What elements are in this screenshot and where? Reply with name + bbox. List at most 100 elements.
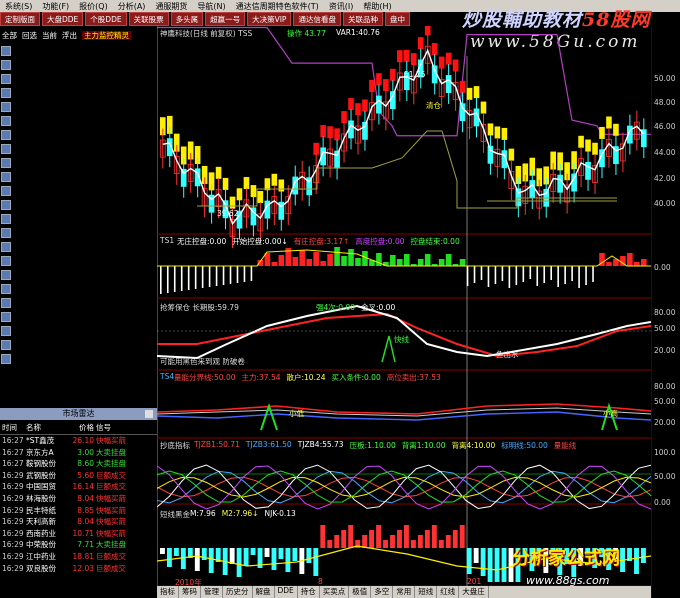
tool-icon[interactable] <box>1 102 11 112</box>
tool-icon[interactable] <box>1 144 11 154</box>
indicator-tab[interactable]: 多空 <box>371 586 394 598</box>
tool-icon[interactable] <box>1 74 11 84</box>
radar-row[interactable]: 16:27 鞍钢股份 8.60 大卖挂盘 <box>0 458 157 470</box>
tool-icon[interactable] <box>1 270 11 280</box>
radar-row[interactable]: 16:29 民丰特纸 8.85 快幅买箭 <box>0 505 157 517</box>
tool-icon[interactable] <box>1 172 11 182</box>
left-link[interactable]: 回选 <box>22 31 37 40</box>
layout-tab[interactable]: 超赢一号 <box>205 12 246 26</box>
radar-price: 18.81 <box>72 551 94 561</box>
menu-item[interactable]: 帮助(H) <box>358 1 396 12</box>
signal-block <box>508 148 515 161</box>
menu-item[interactable]: 报价(Q) <box>74 1 113 12</box>
signal-block <box>592 142 598 155</box>
radar-col-header: 时间 <box>2 423 17 432</box>
indicator-tab[interactable]: 持仓 <box>298 586 320 598</box>
tool-icon[interactable] <box>1 200 11 210</box>
tool-icon[interactable] <box>1 158 11 168</box>
tool-icon[interactable] <box>1 60 11 70</box>
radar-row[interactable]: 16:29 中荣股份 7.71 大卖挂盘 <box>0 539 157 551</box>
radar-row[interactable]: 16:29 天利高新 8.04 快幅买箭 <box>0 516 157 528</box>
tool-icon[interactable] <box>1 46 11 56</box>
radar-stock-name: 中国国贸 <box>26 482 56 492</box>
layout-tab[interactable]: 定制版面 <box>0 12 40 26</box>
tool-icon[interactable] <box>1 326 11 336</box>
radar-row[interactable]: 16:29 江中药业 18.81 巨额成交 <box>0 551 157 563</box>
control-bar <box>160 266 162 294</box>
tool-icon[interactable] <box>1 256 11 266</box>
indicator-tab[interactable]: DDE <box>275 586 298 598</box>
control-bar <box>627 253 633 266</box>
indicator-tab[interactable]: 筹码 <box>179 586 201 598</box>
indicator-tab[interactable]: 历史分 <box>223 586 253 598</box>
signal-block <box>229 196 236 209</box>
tool-icon[interactable] <box>1 242 11 252</box>
layout-tab[interactable]: 多头属 <box>170 12 204 26</box>
capital-bar <box>459 525 465 548</box>
layout-tab[interactable]: 关联股票 <box>128 12 169 26</box>
capital-bar <box>480 548 486 576</box>
menu-item[interactable]: 通服期货 <box>150 1 192 12</box>
monitor-highlight[interactable]: 主力监控精灵 <box>82 31 131 40</box>
panel1-legend: 无庄控盘:0.00 开始控盘:0.00↓ 有庄控盘:3.17↑ 高度控盘:0.00 控盘… <box>177 236 466 247</box>
radar-stock-name: 中荣股份 <box>26 540 56 550</box>
tool-icon[interactable] <box>1 228 11 238</box>
radar-row[interactable]: 16:29 双良股份 12.03 巨额成交 <box>0 563 157 575</box>
radar-row[interactable]: 16:29 林海股份 8.04 快幅买箭 <box>0 493 157 505</box>
control-bar <box>173 266 176 292</box>
left-link[interactable]: 当前 <box>42 31 57 40</box>
tool-icon[interactable] <box>1 312 11 322</box>
main-chart-title: 神鹰科技(日线 前复权) TSS <box>160 29 253 38</box>
menu-item[interactable]: 资讯(I) <box>324 1 359 12</box>
indicator-tab[interactable]: 指标 <box>157 586 179 598</box>
layout-tab[interactable]: 盘中 <box>384 12 410 26</box>
tool-icon[interactable] <box>1 340 11 350</box>
control-bar <box>243 266 246 282</box>
radar-row[interactable]: 16:27 *ST鑫茂 26.10 快幅买箭 <box>0 435 157 447</box>
capital-bar <box>166 548 172 567</box>
signal-block <box>585 139 591 152</box>
indicator-tab[interactable]: 极值 <box>349 586 372 598</box>
tool-icon[interactable] <box>1 284 11 294</box>
menu-item[interactable]: 通达信周期特色软件(T) <box>231 1 324 12</box>
signal-block <box>376 73 382 86</box>
tool-icon[interactable] <box>1 214 11 224</box>
tool-icon[interactable] <box>1 298 11 308</box>
indicator-tab[interactable]: 大盘庄 <box>459 586 489 598</box>
indicator-tab[interactable]: 解盘 <box>253 586 275 598</box>
control-bar <box>201 266 204 288</box>
tool-icon[interactable] <box>1 88 11 98</box>
menu-item[interactable]: 系统(S) <box>0 1 37 12</box>
tool-icon[interactable] <box>1 130 11 140</box>
tool-icon[interactable] <box>1 116 11 126</box>
layout-tab[interactable]: 大决策VIP <box>247 12 292 26</box>
layout-tab[interactable]: 通达信看盘 <box>293 12 341 26</box>
axis-tick-label: 20.00 <box>654 346 676 355</box>
tool-icon[interactable] <box>1 186 11 196</box>
indicator-tab[interactable]: 短线 <box>415 586 438 598</box>
layout-tab[interactable]: 个股DDE <box>85 12 127 26</box>
radar-price: 12.03 <box>72 563 94 573</box>
control-bar <box>473 266 476 283</box>
logo-url: www.88gs.com <box>526 574 610 587</box>
capital-bar <box>487 548 493 582</box>
left-link[interactable]: 全部 <box>2 31 17 40</box>
menu-item[interactable]: 分析(A) <box>113 1 151 12</box>
menu-item[interactable]: 导航(N) <box>192 1 230 12</box>
indicator-tab[interactable]: 管理 <box>201 586 223 598</box>
indicator-tab[interactable]: 常用 <box>393 586 416 598</box>
indicator-tab[interactable]: 红线 <box>437 586 460 598</box>
menu-item[interactable]: 功能(F) <box>37 1 74 12</box>
radar-row[interactable]: 16:27 京东方A 3.00 大卖挂盘 <box>0 447 157 459</box>
layout-tab[interactable]: 关联品种 <box>342 12 383 26</box>
indicator-tab[interactable]: 买卖点 <box>320 586 350 598</box>
radar-row[interactable]: 16:29 西南药业 10.71 快幅买箭 <box>0 528 157 540</box>
capital-bar <box>404 525 409 548</box>
layout-tab[interactable]: 大盘DDE <box>42 12 84 26</box>
capital-bar <box>264 548 270 557</box>
radar-row[interactable]: 16:29 中国国贸 16.14 巨额成交 <box>0 481 157 493</box>
radar-settings-icon[interactable] <box>145 410 153 418</box>
radar-row[interactable]: 16:29 武钢股份 5.60 巨额成交 <box>0 470 157 482</box>
left-link[interactable]: 浮出 <box>62 31 77 40</box>
tool-icon[interactable] <box>1 354 11 364</box>
